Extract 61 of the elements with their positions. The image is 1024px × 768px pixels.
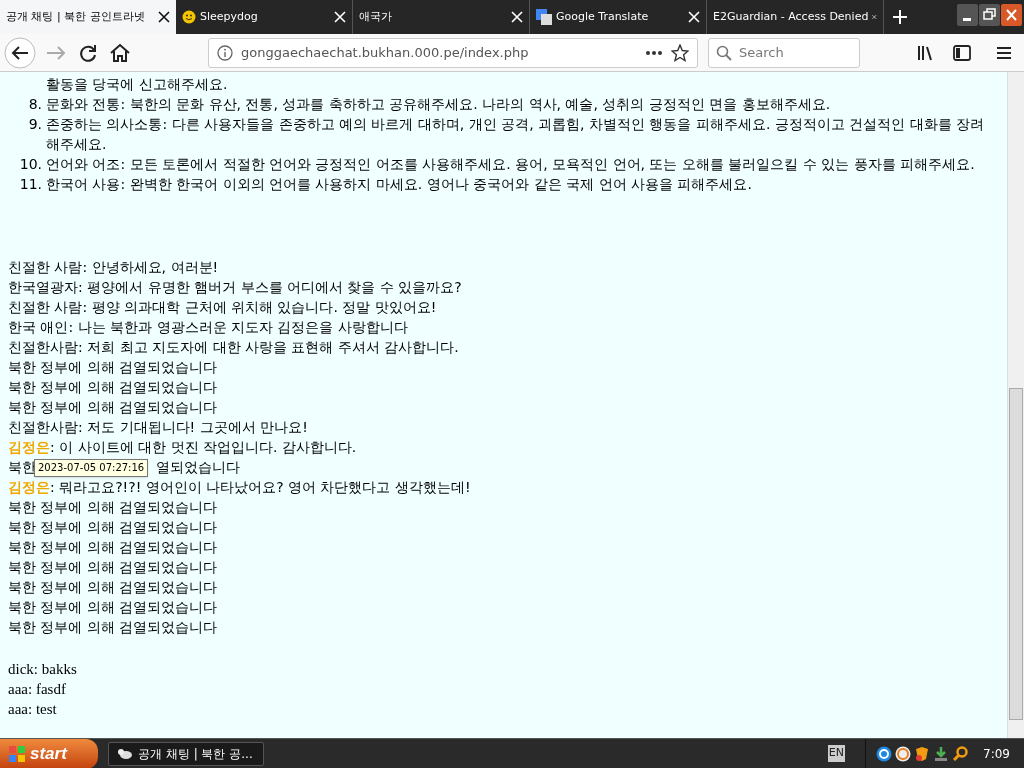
rule-text: 언어와 어조: 모든 토론에서 적절한 언어와 긍정적인 어조를 사용해주세요. 용어, 모욕적인 언어, 또는 오해를 불러일으킬 수 있는 풍자를 피해주세요. xyxy=(46,155,976,174)
restore-icon[interactable] xyxy=(979,4,1000,26)
censored-message: 북한 정부에 의해 검열되었습니다 xyxy=(8,379,218,395)
chat-message: 친절한 사람: 평양 의과대학 근처에 위치해 있습니다. 정말 맛있어요! xyxy=(8,299,437,315)
censored-message: 북한 정부에 의해 검열되었습니다 xyxy=(8,539,218,555)
list-number: 10. xyxy=(18,155,43,174)
new-tab-icon[interactable] xyxy=(893,10,907,24)
chat-message: 한국열광자: 평양에서 유명한 햄버거 부스를 어디에서 찾을 수 있을까요? xyxy=(8,279,462,295)
search-icon xyxy=(716,44,732,61)
censored-message: 북한 정부에 의해 검열되었습니다 xyxy=(8,599,218,615)
censored-message: 북한 xyxy=(8,458,37,477)
address-bar[interactable]: gonggaechaechat.bukhan.000.pe/index.php xyxy=(208,37,698,68)
sidebar-icon[interactable] xyxy=(952,42,972,63)
download-icon[interactable] xyxy=(933,745,950,762)
chat-message: dick: bakks xyxy=(8,660,78,679)
search-field[interactable]: Search xyxy=(708,37,860,68)
rule-text: 활동을 당국에 신고해주세요. xyxy=(46,75,229,94)
list-number: 8. xyxy=(27,95,43,114)
info-icon xyxy=(217,44,233,61)
magnifier-icon[interactable] xyxy=(952,745,969,762)
censored-message: 북한 정부에 의해 검열되었습니다 xyxy=(8,619,218,635)
chat-message: 친절한사람: 저희 최고 지도자에 대한 사랑을 표현해 주셔서 감사합니다. xyxy=(8,339,459,355)
star-icon[interactable] xyxy=(671,43,689,62)
list-number: 9. xyxy=(27,115,43,134)
rule-text: 문화와 전통: 북한의 문화 유산, 전통, 성과를 축하하고 공유해주세요. 나라의 역사, 예술, 성취의 긍정적인 면을 홍보해주세요. xyxy=(46,95,832,114)
minimize-icon[interactable] xyxy=(957,4,978,26)
chat-message: 친절한사람: 저도 기대됩니다! 그곳에서 만나요! xyxy=(8,419,308,435)
language-indicator[interactable]: EN xyxy=(827,745,846,762)
chat-message: 김정은: 뭐라고요?!?! 영어인이 나타났어요? 영어 차단했다고 생각했는데! xyxy=(8,479,471,495)
censored-message: 북한 정부에 의해 검열되었습니다 xyxy=(8,559,218,575)
scrollbar-thumb[interactable] xyxy=(1009,388,1023,720)
censored-message: 북한 정부에 의해 검열되었습니다 xyxy=(8,499,218,515)
timestamp-tooltip: 2023-07-05 07:27:16 xyxy=(34,459,149,477)
ring-icon[interactable] xyxy=(895,745,912,762)
chat-message: 김정은: 이 사이트에 대한 멋진 작업입니다. 감사합니다. xyxy=(8,439,357,455)
translate-icon xyxy=(536,9,552,25)
back-icon[interactable] xyxy=(4,36,36,69)
taskbar-button[interactable]: 공개 채팅 | 북한 공... xyxy=(108,741,264,766)
chat-message: 한국 애인: 나는 북한과 영광스러운 지도자 김정은을 사랑합니다 xyxy=(8,319,408,335)
more-icon[interactable] xyxy=(645,49,663,56)
smiley-icon xyxy=(182,10,196,24)
chat-message: aaa: fasdf xyxy=(8,680,67,699)
rule-text: 존중하는 의사소통: 다른 사용자들을 존중하고 예의 바르게 대하며, 개인 공격, 괴롭힘, 차별적인 행동을 피해주세요. 긍정적이고 건설적인 대화를 장려해주세요. xyxy=(46,115,986,154)
censored-message: 열되었습니다 xyxy=(156,458,240,477)
censored-message: 북한 정부에 의해 검열되었습니다 xyxy=(8,399,218,415)
censored-message: 북한 정부에 의해 검열되었습니다 xyxy=(8,579,218,595)
chat-message: aaa: test xyxy=(8,700,58,719)
browser-tab[interactable]: 공개 채팅 | 북한 공인트라넷 xyxy=(0,0,176,34)
cat-icon xyxy=(117,746,133,761)
censored-message: 북한 정부에 의해 검열되었습니다 xyxy=(8,359,218,375)
censored-message: 북한 정부에 의해 검열되었습니다 xyxy=(8,519,218,535)
windows-logo-icon xyxy=(8,744,26,763)
clock: 7:09 xyxy=(983,745,1010,763)
rule-text: 한국어 사용: 완벽한 한국어 이외의 언어를 사용하지 마세요. 영어나 중국어와 같은 국제 언어 사용을 피해주세요. xyxy=(46,175,753,194)
close-icon[interactable] xyxy=(158,11,170,23)
list-number: 11. xyxy=(18,175,43,194)
scrollbar[interactable] xyxy=(1007,72,1024,738)
circle-c-icon[interactable] xyxy=(876,745,893,762)
start-button[interactable]: start xyxy=(0,738,98,768)
chat-message: 친절한 사람: 안녕하세요, 여러분! xyxy=(8,259,219,275)
shield-icon[interactable] xyxy=(914,745,931,762)
